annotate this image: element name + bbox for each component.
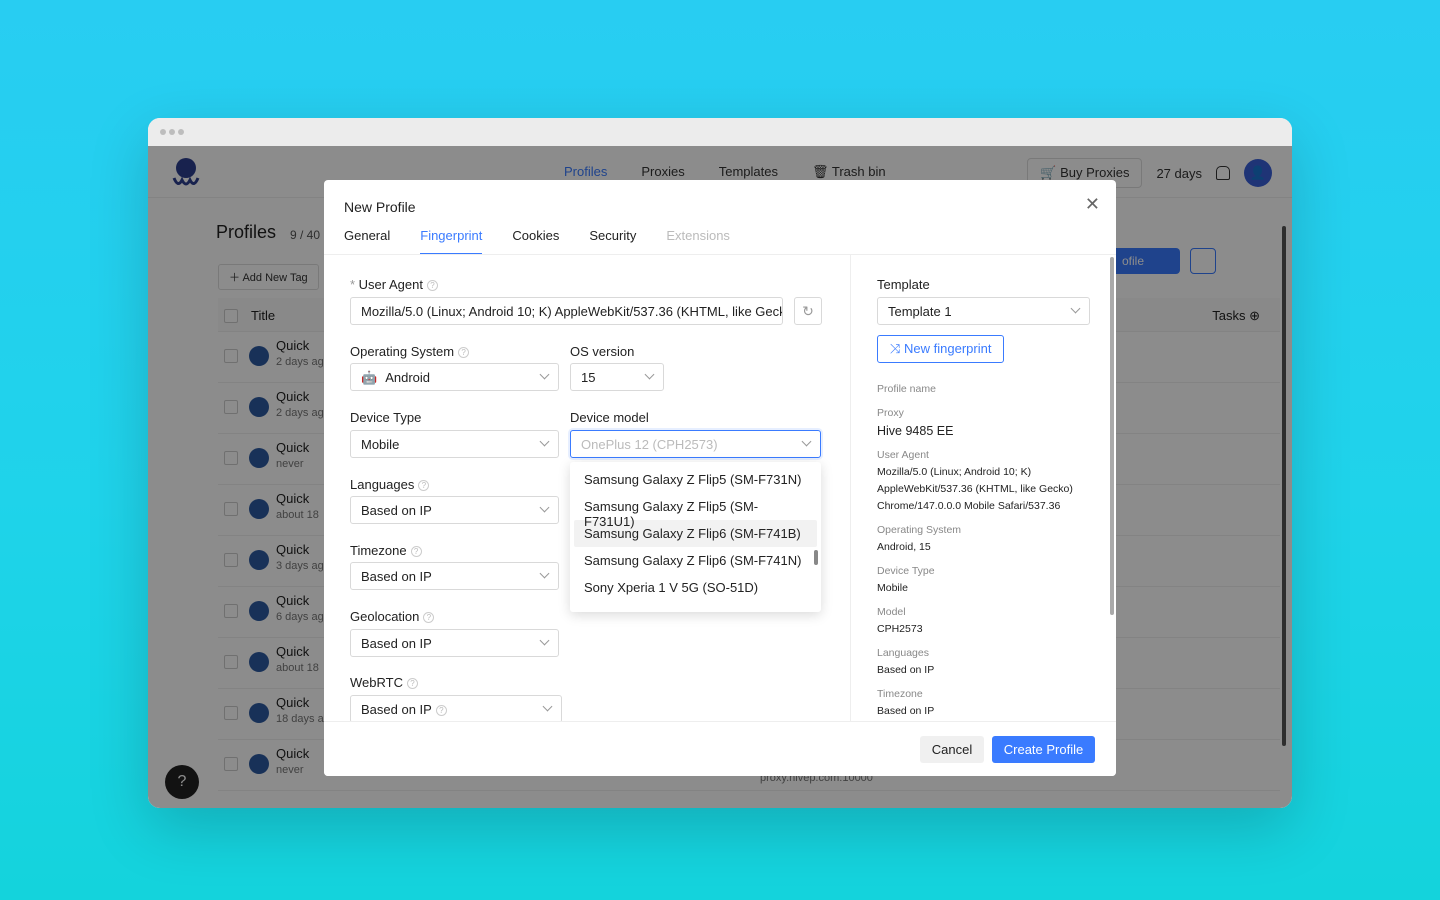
os-version-label: OS version	[570, 344, 635, 359]
dropdown-option[interactable]: Samsung Galaxy Z Flip5 (SM-F731U1)	[574, 493, 817, 529]
user-agent-value: Mozilla/5.0 (Linux; Android 10; K) Apple…	[877, 466, 1073, 512]
chevron-down-icon	[539, 502, 550, 513]
os-value: Android, 15	[877, 541, 931, 553]
help-circle-icon: ?	[423, 612, 435, 624]
languages-key: Languages	[877, 647, 929, 659]
device-type-value: Mobile	[361, 437, 400, 452]
proxy-value: Hive 9485 EE	[877, 424, 954, 438]
new-profile-modal: New Profile ✕ General Fingerprint Cookie…	[324, 180, 1116, 776]
dropdown-scrollbar[interactable]	[814, 550, 818, 565]
profile-name-key: Profile name	[877, 383, 936, 395]
shuffle-icon: ⤨	[890, 341, 905, 356]
geolocation-select[interactable]: Based on IP	[350, 629, 559, 657]
help-circle-icon: ?	[427, 280, 438, 292]
modal-footer: Cancel Create Profile	[324, 721, 1116, 776]
timezone-value: Based on IP	[361, 569, 432, 584]
chevron-down-icon	[539, 635, 550, 646]
webrtc-label-text: WebRTC	[350, 675, 403, 690]
template-select[interactable]: Template 1	[877, 297, 1090, 325]
chevron-down-icon	[801, 436, 812, 447]
new-fingerprint-button[interactable]: ⤨ New fingerprint	[877, 335, 1005, 363]
help-circle-icon: ?	[410, 546, 422, 558]
cancel-button[interactable]: Cancel	[920, 736, 984, 763]
languages-label: Languages?	[350, 477, 430, 492]
os-label: Operating System?	[350, 344, 470, 359]
help-circle-icon: ?	[418, 480, 430, 492]
create-profile-button[interactable]: Create Profile	[992, 736, 1095, 763]
summary-pane: Template Template 1 ⤨ New fingerprint Pr…	[850, 255, 1116, 721]
summary-scrollbar[interactable]	[1110, 257, 1114, 615]
template-label: Template	[877, 277, 930, 292]
os-version-select[interactable]: 15	[570, 363, 664, 391]
window-dot	[160, 129, 166, 135]
model-value: CPH2573	[877, 623, 923, 635]
dropdown-option[interactable]: Sony Xperia 1 V 5G (SO-51D)	[574, 574, 817, 601]
modal-title: New Profile	[344, 199, 416, 215]
window-titlebar	[148, 118, 1292, 146]
os-label-text: Operating System	[350, 344, 455, 359]
refresh-user-agent-icon[interactable]: ↻	[794, 297, 822, 325]
chevron-down-icon	[1070, 303, 1081, 314]
timezone-key: Timezone	[877, 688, 923, 700]
device-model-dropdown: Samsung Galaxy Z Flip5 (SM-F731N) Samsun…	[570, 462, 821, 612]
window-dot	[169, 129, 175, 135]
window-dot	[178, 129, 184, 135]
dropdown-option[interactable]: Samsung Galaxy Z Flip6 (SM-F741N)	[574, 547, 817, 574]
help-circle-icon: ?	[435, 705, 447, 717]
device-type-label: Device Type	[350, 410, 422, 425]
user-agent-label: * User Agent?	[350, 277, 438, 292]
close-icon[interactable]: ✕	[1085, 194, 1100, 215]
new-fingerprint-label: New fingerprint	[904, 341, 992, 356]
timezone-select[interactable]: Based on IP	[350, 562, 559, 590]
device-model-select[interactable]: OnePlus 12 (CPH2573)	[570, 430, 821, 458]
chevron-down-icon	[644, 369, 655, 380]
webrtc-value: Based on IP	[361, 702, 432, 717]
help-circle-icon: ?	[406, 678, 418, 690]
template-value: Template 1	[888, 304, 952, 319]
languages-value: Based on IP	[361, 503, 432, 518]
proxy-key: Proxy	[877, 407, 904, 419]
device-type-select[interactable]: Mobile	[350, 430, 559, 458]
android-icon: 🤖	[361, 370, 378, 385]
device-model-placeholder: OnePlus 12 (CPH2573)	[581, 437, 718, 452]
chevron-down-icon	[539, 568, 550, 579]
device-type-value: Mobile	[877, 582, 908, 594]
timezone-label: Timezone?	[350, 543, 422, 558]
device-type-key: Device Type	[877, 565, 935, 577]
languages-label-text: Languages	[350, 477, 415, 492]
geolocation-value: Based on IP	[361, 636, 432, 651]
help-circle-icon: ?	[458, 347, 470, 359]
tab-general[interactable]: General	[344, 228, 390, 255]
timezone-label-text: Timezone	[350, 543, 407, 558]
os-version-value: 15	[581, 370, 596, 385]
device-model-label: Device model	[570, 410, 649, 425]
os-key: Operating System	[877, 524, 962, 536]
os-select[interactable]: 🤖 Android	[350, 363, 559, 391]
chevron-down-icon	[539, 369, 550, 380]
chevron-down-icon	[539, 436, 550, 447]
tab-security[interactable]: Security	[589, 228, 636, 255]
timezone-value: Based on IP	[877, 705, 935, 717]
tab-fingerprint[interactable]: Fingerprint	[420, 228, 483, 255]
languages-value: Based on IP	[877, 664, 935, 676]
geolocation-label-text: Geolocation	[350, 609, 420, 624]
dropdown-option[interactable]: Samsung Galaxy Z Flip5 (SM-F731N)	[574, 466, 817, 493]
required-mark: *	[350, 277, 359, 292]
tab-extensions: Extensions	[666, 228, 730, 243]
modal-tabs: General Fingerprint Cookies Security Ext…	[344, 228, 730, 255]
webrtc-select[interactable]: Based on IP?	[350, 695, 562, 723]
chevron-down-icon	[542, 701, 553, 712]
user-agent-input[interactable]: Mozilla/5.0 (Linux; Android 10; K) Apple…	[350, 297, 783, 325]
tab-cookies[interactable]: Cookies	[512, 228, 559, 255]
os-select-value: Android	[385, 370, 430, 385]
languages-select[interactable]: Based on IP	[350, 496, 559, 524]
user-agent-key: User Agent	[877, 449, 929, 461]
webrtc-label: WebRTC?	[350, 675, 418, 690]
model-key: Model	[877, 606, 906, 618]
user-agent-label-text: User Agent	[358, 277, 423, 292]
geolocation-label: Geolocation?	[350, 609, 435, 624]
